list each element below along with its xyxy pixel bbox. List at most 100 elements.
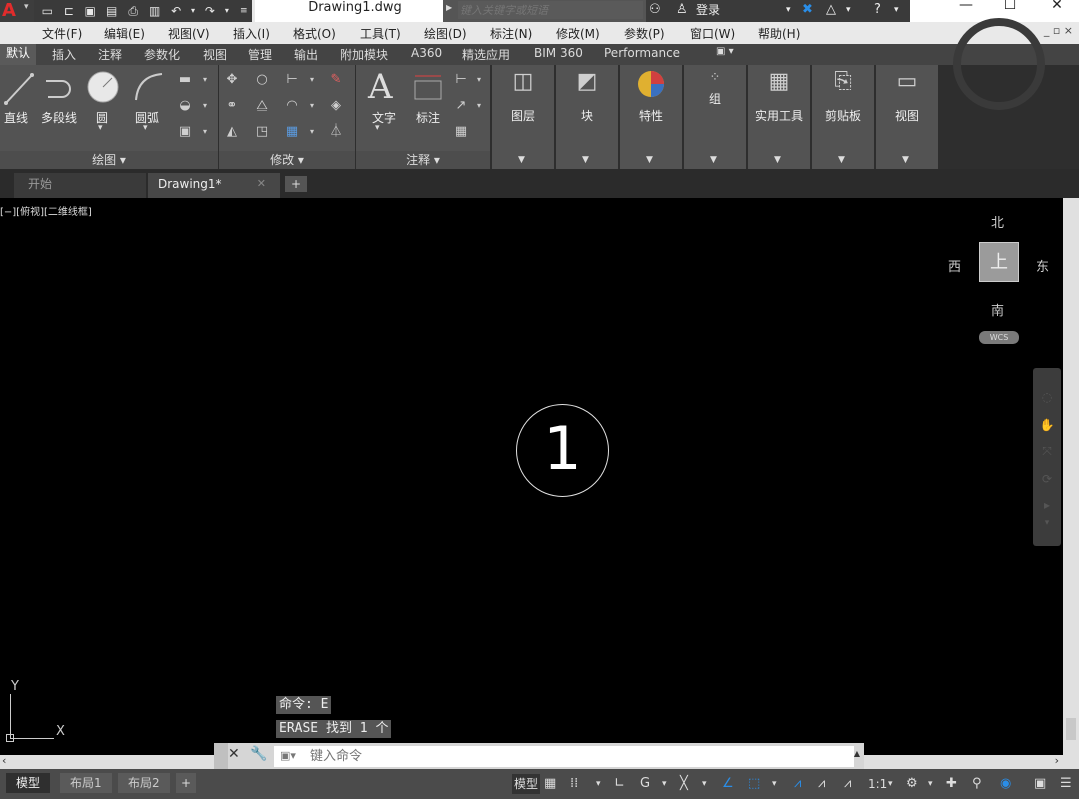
chevron-down-icon[interactable]: ▾ xyxy=(596,774,601,794)
chevron-down-icon[interactable]: ▾ xyxy=(189,2,196,20)
layout-tab-layout2[interactable]: 布局2 xyxy=(118,773,170,793)
compass-west[interactable]: 西 xyxy=(948,256,961,275)
panel-utilities[interactable]: ▦ 实用工具 ▼ xyxy=(748,65,810,169)
layout-tab-model[interactable]: 模型 xyxy=(6,773,51,793)
chevron-down-icon[interactable]: ▾ xyxy=(662,774,667,794)
a360-icon[interactable]: △ xyxy=(826,0,836,22)
chevron-down-icon[interactable]: ▼ xyxy=(902,155,909,165)
tab-addins[interactable]: 附加模块 xyxy=(340,46,388,63)
redo-icon[interactable]: ↷ xyxy=(202,2,218,20)
annotation-monitor-icon[interactable]: ✚ xyxy=(946,774,957,794)
panel-clipboard[interactable]: ⎘ 剪贴板 ▼ xyxy=(812,65,874,169)
workspace-gear-icon[interactable]: ⚙ xyxy=(906,774,918,794)
undo-icon[interactable]: ↶ xyxy=(168,2,184,20)
tab-view[interactable]: 视图 xyxy=(203,46,227,63)
chevron-down-icon[interactable]: ▾ xyxy=(303,71,321,89)
binoculars-icon[interactable]: ⚇ xyxy=(649,0,661,22)
menu-edit[interactable]: 编辑(E) xyxy=(104,25,145,42)
hardware-acceleration-icon[interactable]: ◉ xyxy=(1000,774,1011,794)
arc-icon[interactable] xyxy=(132,70,166,104)
orbit-icon[interactable]: ⟳ xyxy=(1039,472,1055,488)
menu-format[interactable]: 格式(O) xyxy=(293,25,336,42)
isodraft-icon[interactable]: ╳ xyxy=(680,774,688,794)
chevron-down-icon[interactable]: ▼ xyxy=(838,155,845,165)
polar-tracking-icon[interactable]: G xyxy=(640,774,650,794)
tab-annotate[interactable]: 注释 xyxy=(98,46,122,63)
chevron-down-icon[interactable]: ▾ xyxy=(196,71,214,89)
new-tab-button[interactable]: + xyxy=(285,176,307,192)
add-layout-button[interactable]: + xyxy=(176,773,197,793)
chevron-down-icon[interactable]: ▾ xyxy=(303,97,321,115)
chevron-down-icon[interactable]: ▾ xyxy=(846,0,851,22)
panel-view[interactable]: ▭ 视图 ▼ xyxy=(876,65,938,169)
polyline-icon[interactable] xyxy=(44,73,78,103)
command-line-grip[interactable] xyxy=(214,743,228,770)
chevron-down-icon[interactable]: ▾ xyxy=(98,123,103,133)
object-snap-tracking-icon[interactable]: ∠ xyxy=(722,774,734,794)
menu-view[interactable]: 视图(V) xyxy=(168,25,210,42)
chevron-down-icon[interactable]: ▼ xyxy=(518,155,525,165)
menu-dimension[interactable]: 标注(N) xyxy=(490,25,532,42)
close-icon[interactable]: ✕ xyxy=(228,746,240,762)
array-icon[interactable]: ▦ xyxy=(283,123,301,141)
rectangle-icon[interactable]: ▬ xyxy=(176,71,194,89)
menu-insert[interactable]: 插入(I) xyxy=(233,25,270,42)
showmotion-icon[interactable]: ▸ xyxy=(1039,498,1055,514)
compass-north[interactable]: 北 xyxy=(991,212,1004,231)
stretch-icon[interactable]: ◭ xyxy=(223,123,241,141)
viewcube-ring[interactable] xyxy=(953,18,1045,110)
app-menu-button[interactable]: A ▾ xyxy=(0,0,34,22)
menu-draw[interactable]: 绘图(D) xyxy=(424,25,467,42)
ortho-icon[interactable]: ∟ xyxy=(614,774,625,794)
steering-wheel-icon[interactable]: ◌ xyxy=(1039,390,1055,406)
chevron-down-icon[interactable]: ▾ xyxy=(196,123,214,141)
plot-icon[interactable]: ▥ xyxy=(146,2,162,20)
viewport-controls-label[interactable]: [−][俯视][二维线框] xyxy=(0,203,92,218)
copy-icon[interactable]: ⚭ xyxy=(223,97,241,115)
annotation-scale-icon[interactable]: ⩘ xyxy=(844,774,851,794)
menu-file[interactable]: 文件(F) xyxy=(42,25,82,42)
tab-performance[interactable]: Performance xyxy=(604,46,680,60)
tab-manage[interactable]: 管理 xyxy=(248,46,272,63)
polyline-tool-label[interactable]: 多段线 xyxy=(41,109,77,126)
chevron-down-icon[interactable]: ▾ xyxy=(303,123,321,141)
boundary-icon[interactable]: ▣ xyxy=(176,123,194,141)
annotation-visibility-icon[interactable]: ⩘ xyxy=(794,774,801,794)
menu-help[interactable]: 帮助(H) xyxy=(758,25,800,42)
explode-icon[interactable]: ◈ xyxy=(327,97,345,115)
ribbon-display-toggle[interactable]: ▣ ▾ xyxy=(716,46,734,57)
wcs-menu[interactable]: WCS xyxy=(979,331,1019,344)
compass-south[interactable]: 南 xyxy=(991,300,1004,319)
chevron-down-icon[interactable]: ▾ xyxy=(786,0,791,22)
tab-bim360[interactable]: BIM 360 xyxy=(534,46,583,60)
menu-window[interactable]: 窗口(W) xyxy=(690,25,735,42)
tab-default[interactable]: 默认 xyxy=(0,44,37,65)
chevron-down-icon[interactable]: ▾ xyxy=(888,774,893,794)
save-icon[interactable]: ▣ xyxy=(82,2,98,20)
panel-properties[interactable]: 特性 ▼ xyxy=(620,65,682,169)
line-tool-label[interactable]: 直线 xyxy=(4,109,28,126)
isolate-objects-icon[interactable]: ⚲ xyxy=(972,774,982,794)
menu-parametric[interactable]: 参数(P) xyxy=(624,25,665,42)
doc-tab-start[interactable]: 开始 xyxy=(14,173,146,198)
tab-output[interactable]: 输出 xyxy=(294,46,318,63)
print-icon[interactable]: ⎙ xyxy=(125,2,141,20)
layout-tab-layout1[interactable]: 布局1 xyxy=(60,773,112,793)
move-icon[interactable]: ✥ xyxy=(223,71,241,89)
minimize-button[interactable]: — xyxy=(946,0,986,22)
command-input[interactable] xyxy=(274,746,854,767)
zoom-extents-icon[interactable]: ⤧ xyxy=(1039,444,1055,460)
table-icon[interactable]: ▦ xyxy=(452,123,470,141)
tab-a360[interactable]: A360 xyxy=(411,46,442,60)
tab-parametric[interactable]: 参数化 xyxy=(144,46,180,63)
panel-block[interactable]: ◩ 块 ▼ xyxy=(556,65,618,169)
model-space-toggle[interactable]: 模型 xyxy=(512,774,541,794)
viewcube-top-face[interactable]: 上 xyxy=(979,242,1019,282)
text-icon[interactable]: A xyxy=(368,67,393,107)
chevron-down-icon[interactable]: ▾ xyxy=(702,774,707,794)
tab-featured-apps[interactable]: 精选应用 xyxy=(462,46,510,63)
vertical-scrollbar[interactable] xyxy=(1063,198,1079,755)
command-history-toggle-icon[interactable]: ▲ xyxy=(854,749,860,758)
panel-layers[interactable]: ◫ 图层 ▼ xyxy=(492,65,554,169)
chevron-down-icon[interactable]: ▾ xyxy=(223,2,230,20)
